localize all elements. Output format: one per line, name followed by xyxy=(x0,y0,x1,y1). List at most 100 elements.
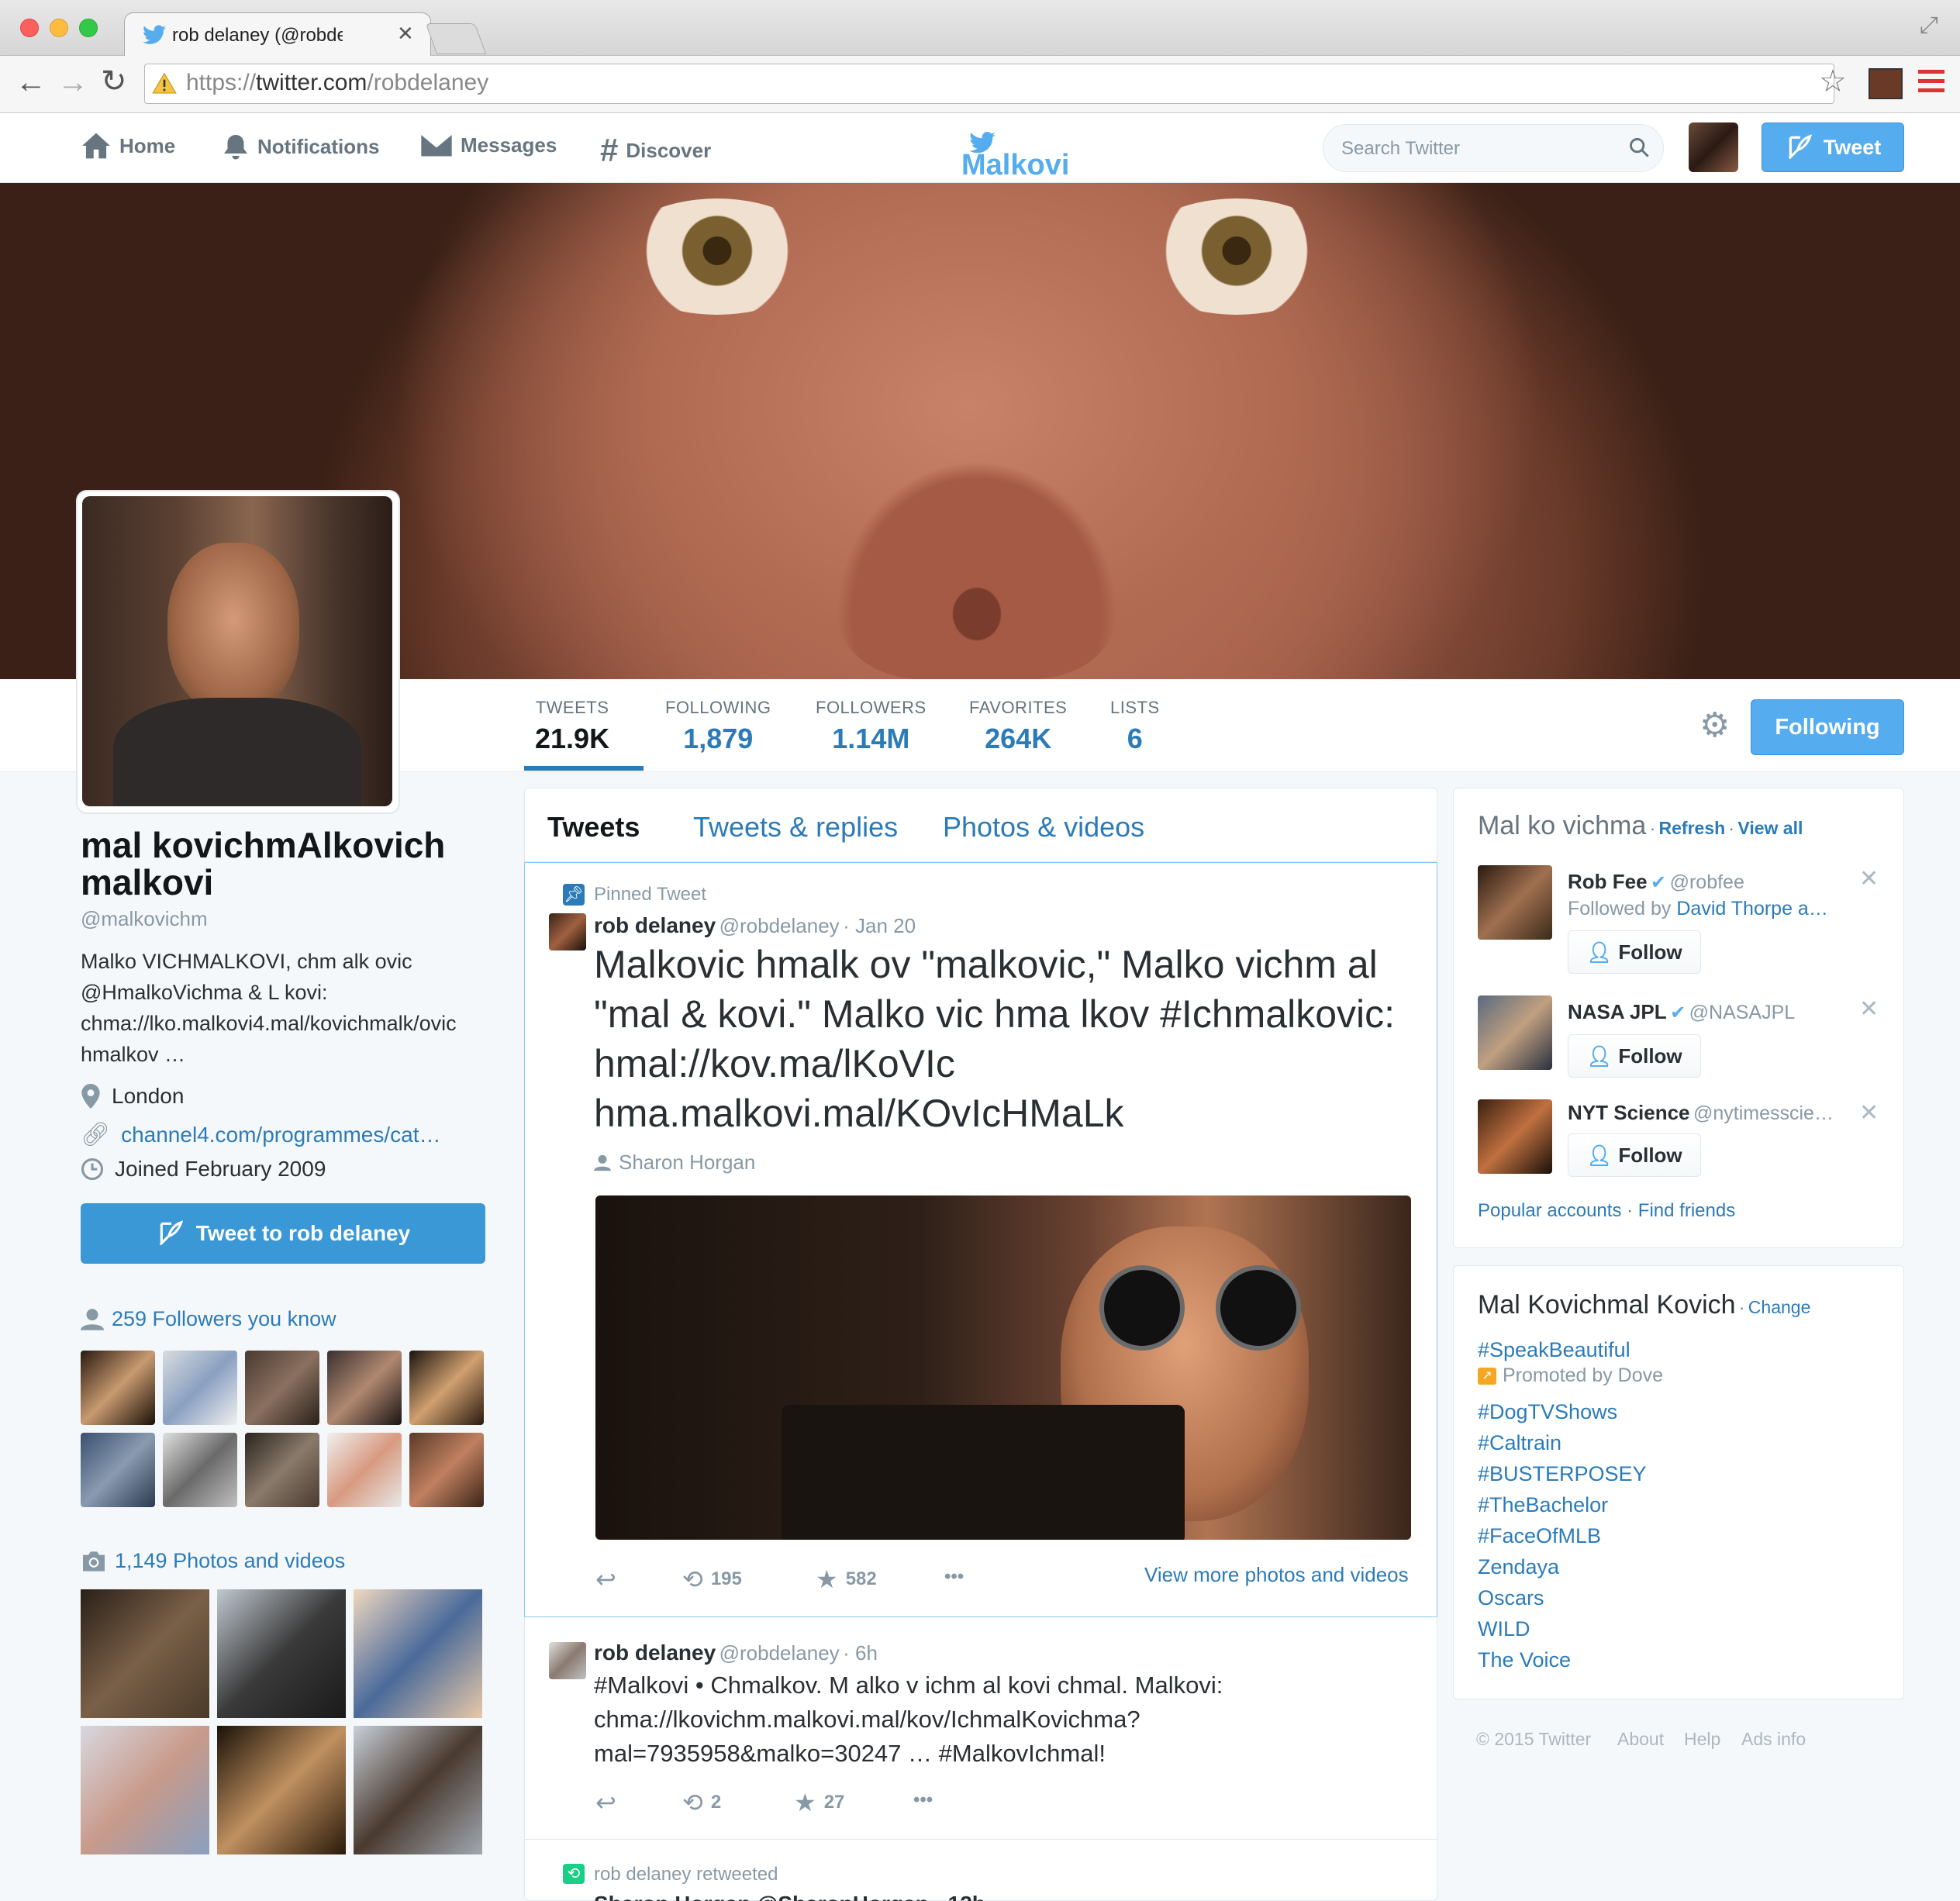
tweet-author-name[interactable]: rob delaney xyxy=(594,1641,716,1665)
find-friends-link[interactable]: Find friends xyxy=(1638,1200,1735,1221)
gear-icon[interactable]: ⚙ xyxy=(1699,706,1730,745)
footer-about-link[interactable]: About xyxy=(1617,1729,1664,1750)
website-link[interactable]: channel4.com/programmes/cat… xyxy=(121,1123,440,1147)
follower-avatar[interactable] xyxy=(327,1433,402,1507)
tweet-time[interactable]: · 6h xyxy=(843,1641,878,1665)
forward-arrow-icon[interactable]: → xyxy=(57,65,88,100)
trend-item[interactable]: Oscars xyxy=(1478,1586,1544,1610)
view-all-link[interactable]: View all xyxy=(1737,818,1803,838)
nav-discover[interactable]: # Discover xyxy=(600,132,711,169)
follower-avatar[interactable] xyxy=(163,1433,237,1507)
retweeted-label[interactable]: rob delaney retweeted xyxy=(594,1864,778,1885)
minimize-window-button[interactable] xyxy=(50,19,68,37)
trend-item[interactable]: #BUSTERPOSEY xyxy=(1478,1462,1647,1486)
follower-avatar[interactable] xyxy=(245,1433,319,1507)
photo-thumb[interactable] xyxy=(354,1589,482,1718)
stat-followers[interactable]: FOLLOWERS 1.14M xyxy=(816,698,927,755)
followers-you-know-link[interactable]: 259 Followers you know xyxy=(81,1307,336,1331)
nav-messages[interactable]: Messages xyxy=(420,132,557,158)
suggested-avatar[interactable] xyxy=(1478,995,1552,1070)
dismiss-icon[interactable]: ✕ xyxy=(1859,1099,1879,1126)
tweet-avatar[interactable] xyxy=(549,1642,586,1679)
tweet-time[interactable]: · Jan 20 xyxy=(843,914,916,937)
profile-website[interactable]: 🔗︎ channel4.com/programmes/cat… xyxy=(81,1121,441,1148)
photo-thumb[interactable] xyxy=(81,1589,209,1718)
dismiss-icon[interactable]: ✕ xyxy=(1859,865,1879,892)
photo-thumb[interactable] xyxy=(81,1726,209,1854)
tab-tweets-replies[interactable]: Tweets & replies xyxy=(693,811,898,844)
refresh-link[interactable]: Refresh xyxy=(1659,818,1726,838)
close-tab-icon[interactable]: ✕ xyxy=(397,22,414,46)
tweet-media[interactable] xyxy=(595,1195,1411,1540)
trend-item[interactable]: #SpeakBeautiful xyxy=(1478,1338,1630,1362)
close-window-button[interactable] xyxy=(20,19,39,37)
reply-button[interactable]: ↩ xyxy=(595,1565,616,1594)
trend-item[interactable]: Zendaya xyxy=(1478,1555,1559,1579)
reply-button[interactable]: ↩ xyxy=(595,1788,616,1817)
suggested-account-header[interactable]: NYT Science @nytimesscie… xyxy=(1568,1101,1834,1125)
tweet-avatar[interactable] xyxy=(549,913,586,950)
bookmark-star-icon[interactable]: ☆ xyxy=(1819,64,1847,99)
follower-avatar[interactable] xyxy=(327,1351,402,1425)
trend-item[interactable]: #DogTVShows xyxy=(1478,1400,1617,1424)
tagged-user[interactable]: Sharon Horgan xyxy=(594,1151,755,1175)
favorite-button[interactable]: ★ 582 xyxy=(816,1565,877,1594)
tweet-author-handle[interactable]: @robdelaney xyxy=(719,914,840,937)
insecure-warning-icon[interactable] xyxy=(152,71,177,96)
followed-by-link[interactable]: David Thorpe a… xyxy=(1676,898,1827,919)
back-arrow-icon[interactable]: ← xyxy=(16,65,47,100)
trend-item[interactable]: The Voice xyxy=(1478,1648,1571,1672)
profile-handle[interactable]: @malkovichm xyxy=(81,907,208,931)
photo-thumb[interactable] xyxy=(217,1589,346,1718)
retweet-button[interactable]: ⟲ 195 xyxy=(682,1565,742,1594)
tweet-author-handle[interactable]: @robdelaney xyxy=(719,1641,840,1665)
profile-avatar[interactable] xyxy=(82,496,392,806)
following-button[interactable]: Following xyxy=(1751,699,1904,755)
follower-avatar[interactable] xyxy=(245,1351,319,1425)
trend-item[interactable]: WILD xyxy=(1478,1617,1530,1641)
stat-lists[interactable]: LISTS 6 xyxy=(1110,698,1160,755)
photos-videos-link[interactable]: 1,149 Photos and videos xyxy=(81,1549,345,1573)
follow-button[interactable]: 👤︎ Follow xyxy=(1568,1034,1701,1078)
suggested-account-header[interactable]: Rob Fee ✔ @robfee xyxy=(1568,870,1744,894)
stat-following[interactable]: FOLLOWING 1,879 xyxy=(665,698,771,755)
dismiss-icon[interactable]: ✕ xyxy=(1859,995,1879,1023)
view-more-photos-link[interactable]: View more photos and videos xyxy=(1144,1563,1409,1587)
suggested-account-header[interactable]: NASA JPL ✔ @NASAJPL xyxy=(1568,1000,1795,1024)
footer-help-link[interactable]: Help xyxy=(1684,1729,1720,1750)
tab-photos-videos[interactable]: Photos & videos xyxy=(943,811,1144,844)
follow-button[interactable]: 👤︎ Follow xyxy=(1568,1133,1701,1177)
trend-item[interactable]: #TheBachelor xyxy=(1478,1493,1608,1517)
tab-tweets[interactable]: Tweets xyxy=(547,811,640,844)
change-trends-link[interactable]: Change xyxy=(1748,1297,1811,1317)
more-options-button[interactable]: ••• xyxy=(944,1566,964,1588)
extension-icon[interactable] xyxy=(1869,68,1903,99)
tweet-to-button[interactable]: Tweet to rob delaney xyxy=(81,1203,485,1264)
follower-avatar[interactable] xyxy=(409,1351,484,1425)
popular-accounts-link[interactable]: Popular accounts xyxy=(1478,1200,1621,1221)
zoom-window-button[interactable] xyxy=(79,19,98,37)
follower-avatar[interactable] xyxy=(163,1351,237,1425)
nav-notifications[interactable]: Notifications xyxy=(222,132,379,161)
follower-avatar[interactable] xyxy=(409,1433,484,1507)
suggested-avatar[interactable] xyxy=(1478,1099,1552,1174)
footer-ads-info-link[interactable]: Ads info xyxy=(1741,1729,1806,1750)
nav-home[interactable]: Home xyxy=(81,132,175,160)
follower-avatar[interactable] xyxy=(81,1351,155,1425)
favorite-button[interactable]: ★ 27 xyxy=(794,1788,844,1817)
tweet-author-name[interactable]: rob delaney xyxy=(594,913,716,937)
account-avatar[interactable] xyxy=(1689,122,1738,172)
search-icon[interactable] xyxy=(1628,136,1650,158)
trend-item[interactable]: #FaceOfMLB xyxy=(1478,1524,1601,1548)
follower-avatar[interactable] xyxy=(81,1433,155,1507)
photo-thumb[interactable] xyxy=(217,1726,346,1854)
tweet3-header[interactable]: Sharon Horgan @SharonHorgan · 12h xyxy=(594,1892,985,1901)
more-options-button[interactable]: ••• xyxy=(913,1789,933,1811)
photo-thumb[interactable] xyxy=(354,1726,482,1854)
fullscreen-icon[interactable]: ⤢ xyxy=(1920,12,1938,39)
compose-tweet-button[interactable]: Tweet xyxy=(1762,122,1904,172)
trend-item[interactable]: #Caltrain xyxy=(1478,1431,1561,1455)
suggested-avatar[interactable] xyxy=(1478,865,1552,940)
follow-button[interactable]: 👤︎ Follow xyxy=(1568,930,1701,974)
stat-tweets[interactable]: TWEETS 21.9K xyxy=(535,698,609,755)
